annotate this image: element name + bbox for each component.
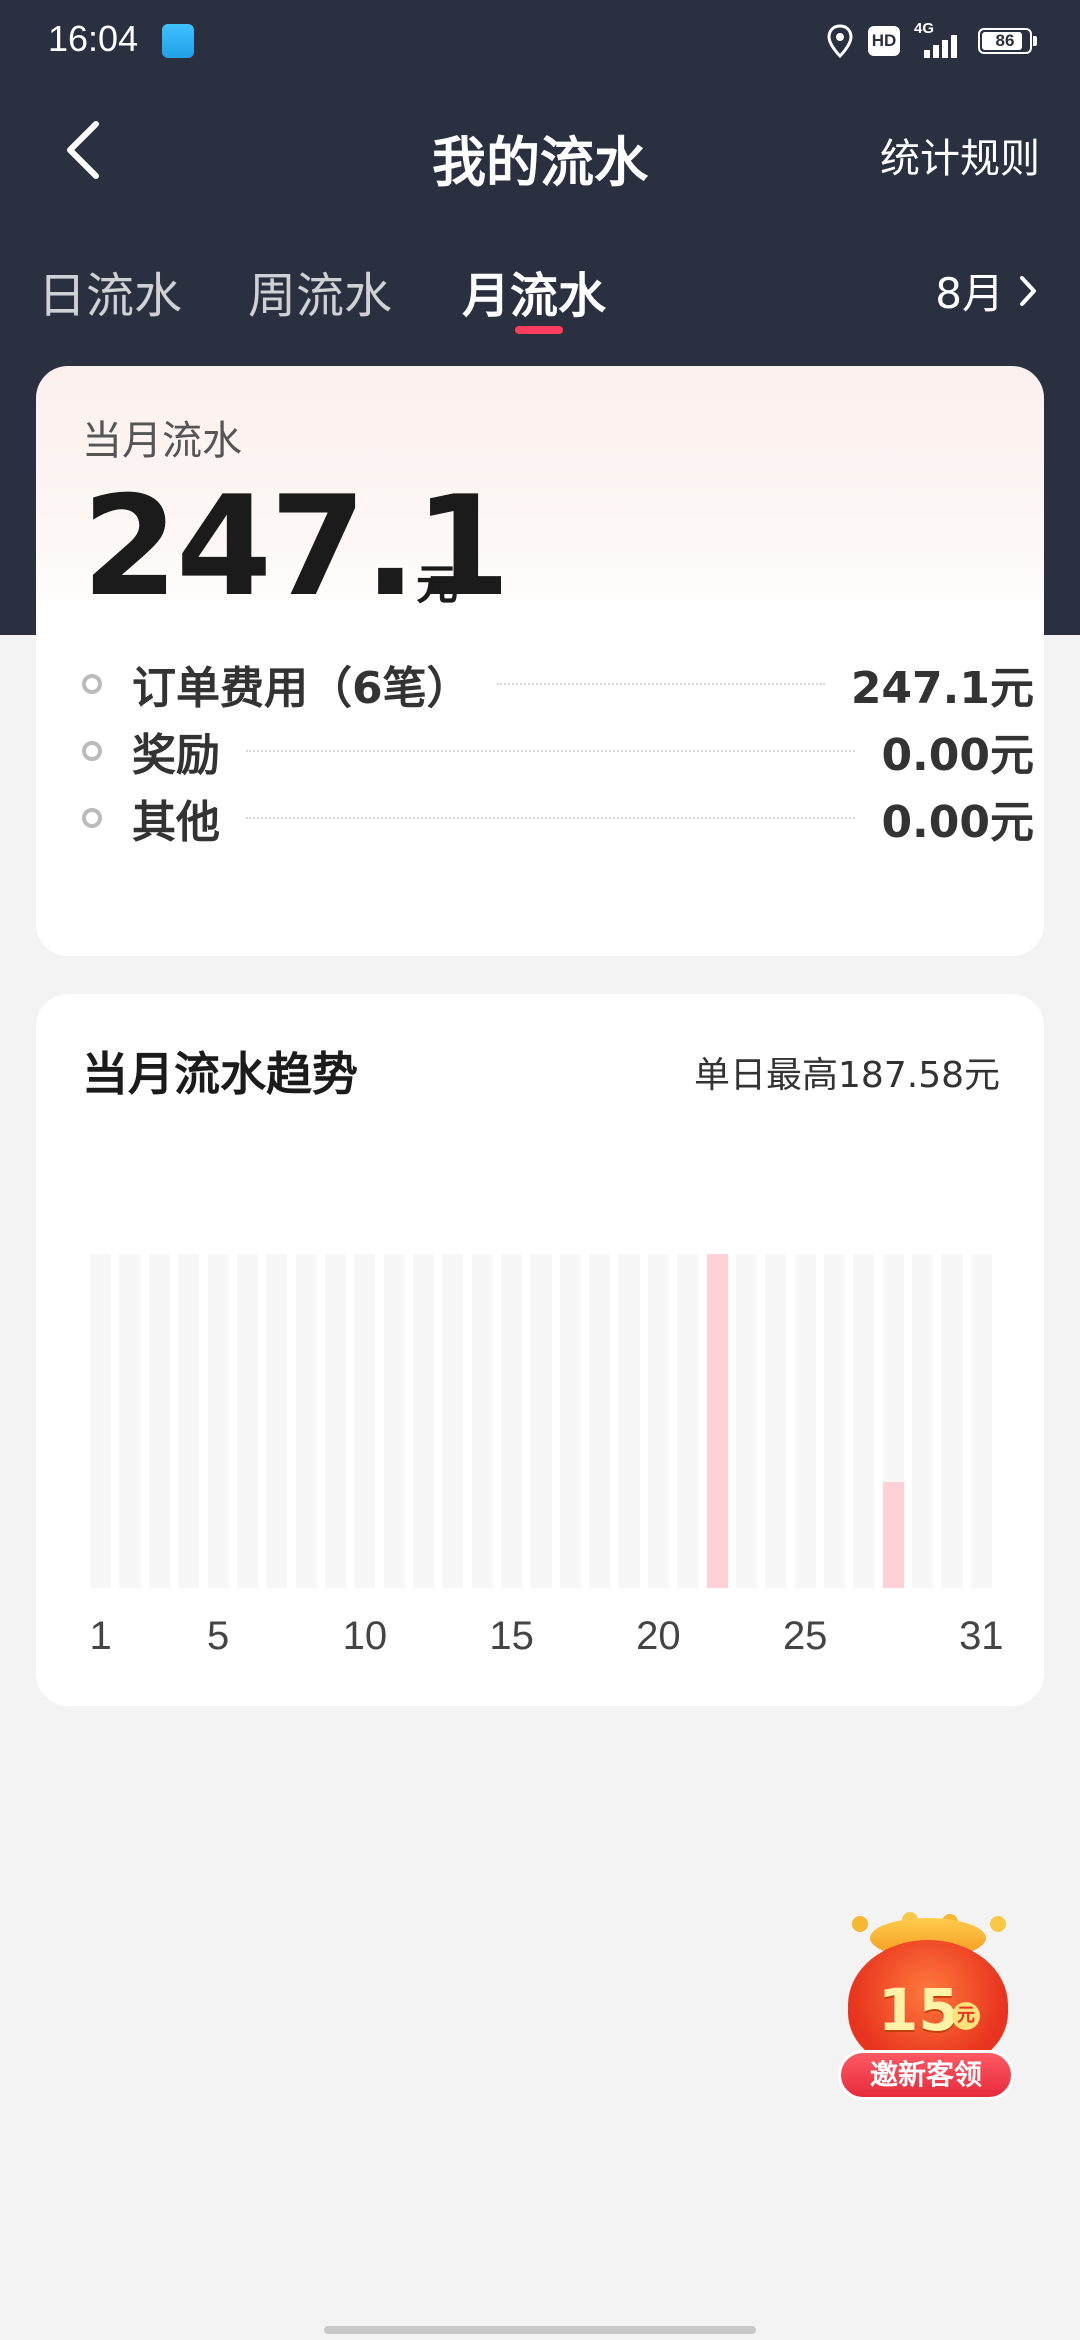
statistics-rules-link[interactable]: 统计规则 (880, 126, 1040, 184)
list-item-other: 其他 0.00元 (82, 788, 1034, 848)
tab-weekly[interactable]: 周流水 (248, 256, 392, 326)
trend-bar-chart (86, 1254, 996, 1588)
chart-bar-track (148, 1254, 170, 1588)
chart-bar-track (589, 1254, 611, 1588)
x-tick-label: 25 (782, 1614, 828, 1658)
promo-amount: 15 (878, 1976, 959, 2044)
chart-bar-track (530, 1254, 552, 1588)
list-item-rewards: 奖励 0.00元 (82, 721, 1034, 781)
home-indicator[interactable] (324, 2326, 756, 2334)
status-icons: HD 4G 86 (826, 20, 1037, 58)
chart-bar-track (794, 1254, 816, 1588)
chart-bar-track (970, 1254, 992, 1588)
chart-bar-track (677, 1254, 699, 1588)
summary-unit: 元 (416, 560, 459, 609)
chart-bar-track (618, 1254, 640, 1588)
chart-bar-track (90, 1254, 112, 1588)
dotted-divider (246, 750, 856, 752)
chart-bar-track (765, 1254, 787, 1588)
trend-title: 当月流水趋势 (82, 1047, 358, 1101)
x-tick-label: 1 (89, 1614, 112, 1658)
x-tick-label: 31 (959, 1614, 1004, 1658)
chart-bar-track (853, 1254, 875, 1588)
dotted-divider (246, 817, 856, 819)
chart-bar (882, 1482, 904, 1588)
month-label: 8月 (935, 269, 1004, 318)
chart-bar-track (471, 1254, 493, 1588)
app-notification-icon (162, 24, 194, 58)
x-tick-label: 20 (636, 1614, 681, 1658)
status-time: 16:04 (48, 18, 139, 59)
month-selector[interactable]: 8月 (935, 260, 1038, 321)
chart-bar-track (501, 1254, 523, 1588)
hd-icon: HD (868, 26, 900, 56)
row-value: 247.1元 (850, 663, 1034, 714)
chart-bar-track (823, 1254, 846, 1588)
chart-bar-track (735, 1254, 758, 1588)
invite-new-customer-button[interactable]: 邀新客领 (838, 2050, 1014, 2100)
chevron-right-icon (1020, 275, 1036, 306)
x-tick-label: 5 (206, 1614, 230, 1658)
chart-bar-track (324, 1254, 347, 1588)
battery-level: 86 (995, 31, 1015, 50)
chart-bar-track (266, 1254, 288, 1588)
chart-bar-track (413, 1254, 435, 1588)
chart-bar-track (912, 1254, 934, 1588)
summary-label: 当月流水 (82, 418, 242, 464)
daily-max-label: 单日最高187.58元 (694, 1055, 1000, 1096)
monthly-summary-card: 当月流水 247.1 元 订单费用（6笔） 247.1元 奖励 0.00元 其他… (36, 366, 1044, 956)
dotted-divider (496, 683, 825, 685)
list-item-order-fees: 订单费用（6笔） 247.1元 (82, 654, 1034, 714)
x-tick-label: 15 (489, 1614, 534, 1658)
invite-promo-badge[interactable]: 15 元 邀新客领 (830, 1910, 1026, 2110)
row-label: 订单费用（6笔） (132, 663, 471, 714)
chart-bar-track (119, 1254, 141, 1588)
bullet-icon (82, 741, 102, 761)
chart-bar (706, 1254, 728, 1588)
tab-monthly[interactable]: 月流水 (462, 256, 606, 326)
promo-unit: 元 (952, 2002, 980, 2030)
chart-bar-track (295, 1254, 317, 1588)
chart-bar-track (207, 1254, 229, 1588)
signal-icon: 4G (914, 20, 964, 58)
chart-bar-track (647, 1254, 669, 1588)
row-label: 其他 (132, 797, 220, 848)
location-icon (827, 24, 853, 58)
chart-bar-track (236, 1254, 258, 1588)
row-value: 0.00元 (881, 730, 1034, 781)
chart-bar-track (383, 1254, 405, 1588)
battery-icon: 86 (978, 28, 1037, 54)
bullet-icon (82, 808, 102, 828)
chart-bar-track (559, 1254, 581, 1588)
row-value: 0.00元 (881, 797, 1034, 848)
chart-bar-track (354, 1254, 376, 1588)
chart-bar-track (442, 1254, 464, 1588)
row-label: 奖励 (132, 730, 220, 781)
active-tab-indicator (515, 326, 563, 334)
tab-daily[interactable]: 日流水 (38, 256, 182, 326)
chart-bar-track (941, 1254, 963, 1588)
chart-bar-track (178, 1254, 200, 1588)
bullet-icon (82, 674, 102, 694)
status-bar: 16:04 HD 4G 86 (0, 0, 1080, 84)
monthly-trend-card: 当月流水趋势 单日最高187.58元 1 5 10 15 20 25 31 (36, 994, 1044, 1706)
x-tick-label: 10 (342, 1614, 388, 1658)
